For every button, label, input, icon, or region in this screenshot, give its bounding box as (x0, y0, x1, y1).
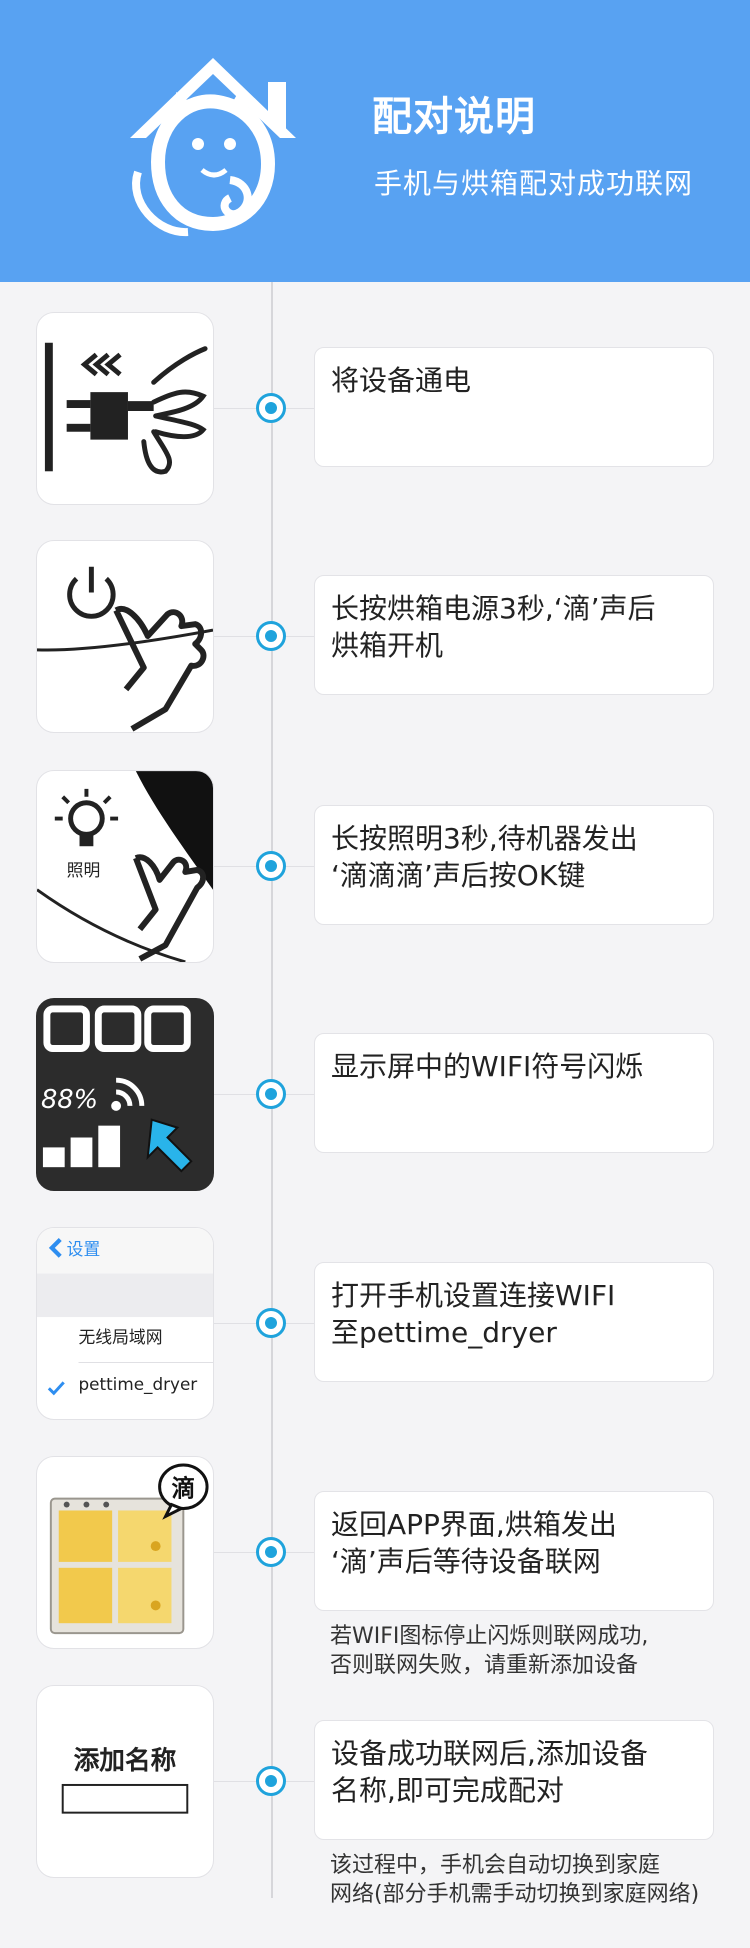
step-6-line-2: ‘滴’声后等待设备联网 (331, 1545, 601, 1578)
step-1-instruction: 将设备通电 (314, 347, 714, 467)
step-4-marker (256, 1079, 286, 1109)
step-1-line-1: 将设备通电 (331, 364, 472, 397)
step-4: 88% 显示屏中的WIFI符号闪烁 (0, 968, 750, 1191)
step-7-note-line-1: 该过程中，手机会自动切换到家庭 (330, 1853, 661, 1878)
step-6-instruction: 返回APP界面,烘箱发出 ‘滴’声后等待设备联网 (314, 1491, 714, 1611)
beep-bubble-text: 滴 (171, 1475, 195, 1503)
step-5: 设置 无线局域网 pettime_dryer 打开手机设置连接WIFI 至pet… (0, 1197, 750, 1420)
power-press-icon (37, 566, 213, 732)
page-title: 配对说明 (372, 94, 536, 140)
settings-wlan-label: 无线局域网 (79, 1327, 163, 1347)
step-2-thumbnail (36, 540, 214, 733)
step-6-note-line-1: 若WIFI图标停止闪烁则联网成功, (330, 1624, 649, 1649)
step-4-thumbnail: 88% (36, 998, 214, 1191)
step-5-instruction: 打开手机设置连接WIFI 至pettime_dryer (314, 1262, 714, 1382)
step-2: 长按烘箱电源3秒,‘滴’声后 烘箱开机 (0, 510, 750, 733)
settings-network-label: pettime_dryer (79, 1374, 198, 1395)
thumb-add-name-label: 添加名称 (74, 1745, 177, 1776)
header-banner: 配对说明 手机与烘箱配对成功联网 (0, 0, 750, 282)
step-7-line-1: 设备成功联网后,添加设备 (331, 1737, 648, 1770)
step-7-note-line-2: 网络(部分手机需手动切换到家庭网络) (330, 1882, 700, 1907)
step-3: 照明 长按照明3秒,待机器发出 ‘滴滴滴’声后按OK键 (0, 740, 750, 963)
step-2-line-2: 烘箱开机 (331, 629, 444, 662)
step-3-marker (256, 851, 286, 881)
step-7-instruction: 设备成功联网后,添加设备 名称,即可完成配对 (314, 1720, 714, 1840)
step-1-marker (256, 393, 286, 423)
step-2-line-1: 长按烘箱电源3秒,‘滴’声后 (331, 592, 656, 625)
plug-icon (44, 342, 208, 475)
step-4-instruction: 显示屏中的WIFI符号闪烁 (314, 1033, 714, 1153)
add-name-icon: 添加名称 (61, 1745, 189, 1814)
step-2-instruction: 长按烘箱电源3秒,‘滴’声后 烘箱开机 (314, 575, 714, 695)
display-wifi-icon: 88% (41, 1005, 193, 1173)
settings-back-label: 设置 (67, 1239, 101, 1259)
step-7-line-2: 名称,即可完成配对 (331, 1774, 564, 1807)
step-7: 添加名称 设备成功联网后,添加设备 名称,即可完成配对 该过程中，手机会自动切换… (0, 1655, 750, 1907)
thumb-light-label: 照明 (67, 860, 101, 880)
step-4-line-1: 显示屏中的WIFI符号闪烁 (331, 1050, 644, 1083)
step-5-marker (256, 1308, 286, 1338)
step-7-marker (256, 1766, 286, 1796)
step-6: 滴 返回APP界面,烘箱发出 ‘滴’声后等待设备联网 若WIFI图标停止闪烁则联… (0, 1426, 750, 1678)
step-5-thumbnail: 设置 无线局域网 pettime_dryer (36, 1227, 214, 1420)
dryer-beep-icon: 滴 (49, 1463, 209, 1635)
page-subtitle: 手机与烘箱配对成功联网 (374, 167, 694, 200)
step-3-thumbnail: 照明 (36, 770, 214, 963)
step-1: 将设备通电 (0, 282, 750, 505)
step-3-instruction: 长按照明3秒,待机器发出 ‘滴滴滴’声后按OK键 (314, 805, 714, 925)
step-6-line-1: 返回APP界面,烘箱发出 (331, 1508, 617, 1541)
phone-settings-icon: 设置 无线局域网 pettime_dryer (37, 1228, 213, 1396)
step-7-thumbnail: 添加名称 (36, 1685, 214, 1878)
light-press-icon: 照明 (37, 771, 213, 962)
step-2-marker (256, 621, 286, 651)
pet-house-logo-icon (130, 58, 296, 237)
step-1-thumbnail (36, 312, 214, 505)
step-3-line-2: ‘滴滴滴’声后按OK键 (331, 859, 586, 892)
step-6-thumbnail: 滴 (36, 1456, 214, 1649)
step-3-line-1: 长按照明3秒,待机器发出 (331, 822, 638, 855)
step-5-line-2: 至pettime_dryer (331, 1316, 557, 1349)
step-7-note: 该过程中，手机会自动切换到家庭 网络(部分手机需手动切换到家庭网络) (330, 1851, 750, 1909)
step-5-line-1: 打开手机设置连接WIFI (331, 1279, 616, 1312)
step-6-marker (256, 1537, 286, 1567)
thumb-display-percent: 88% (41, 1085, 98, 1115)
